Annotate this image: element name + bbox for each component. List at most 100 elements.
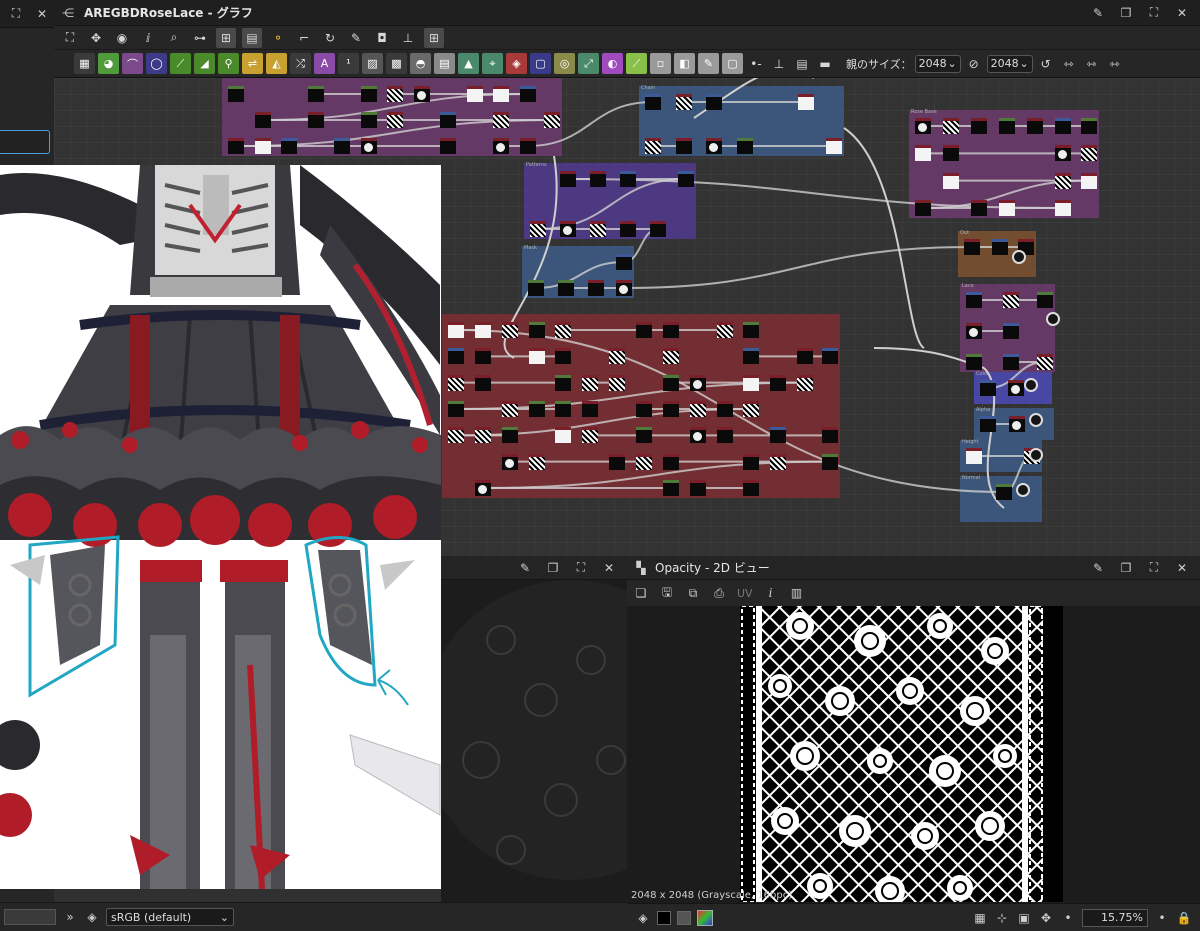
align-h-icon[interactable]: ⇿ <box>1059 54 1079 74</box>
graph-node[interactable] <box>254 112 271 128</box>
graph-node[interactable] <box>555 348 572 365</box>
histogram-icon[interactable]: ▥ <box>789 585 805 601</box>
graph-node[interactable] <box>555 322 572 338</box>
graph-node[interactable] <box>996 484 1012 500</box>
tree-icon[interactable]: ⚲ <box>218 53 239 74</box>
graph-node[interactable] <box>943 172 959 189</box>
graph-node[interactable] <box>716 322 733 338</box>
3d-viewport[interactable] <box>441 580 627 902</box>
channel-gray-swatch[interactable] <box>677 910 691 925</box>
close-icon[interactable]: ✕ <box>601 560 617 576</box>
graph-node[interactable] <box>822 453 838 470</box>
graph-node[interactable] <box>1002 354 1019 370</box>
graph-node[interactable] <box>675 138 692 154</box>
restore-icon[interactable]: ❐ <box>1118 5 1134 21</box>
graph-node[interactable] <box>826 138 842 154</box>
graph-node[interactable] <box>501 453 518 470</box>
graph-node[interactable] <box>706 138 722 154</box>
graph-node[interactable] <box>387 112 403 128</box>
graph-node[interactable] <box>474 348 491 365</box>
graph-node[interactable] <box>582 401 599 417</box>
graph-node[interactable] <box>474 427 491 444</box>
pan-icon[interactable]: ✥ <box>1038 910 1054 926</box>
graph-node[interactable] <box>797 94 814 110</box>
paint-icon[interactable]: ◢ <box>194 53 215 74</box>
graph-node[interactable] <box>980 380 996 396</box>
uv-toggle[interactable]: UV <box>737 587 753 600</box>
graph-node[interactable] <box>440 138 456 154</box>
tiling-icon[interactable]: ⊹ <box>994 910 1010 926</box>
graph-node[interactable] <box>493 112 509 128</box>
graph-node[interactable] <box>466 86 483 102</box>
size-height-select[interactable]: 2048 ⌄ <box>986 54 1033 73</box>
graph-node[interactable] <box>662 348 679 365</box>
scroll-region[interactable] <box>4 909 56 925</box>
graph-node[interactable] <box>448 322 464 338</box>
pin-icon[interactable]: ✎ <box>1090 5 1106 21</box>
graph-node[interactable] <box>689 427 706 444</box>
graph-node[interactable] <box>440 112 456 128</box>
fit-icon[interactable]: ▣ <box>1016 910 1032 926</box>
graph-node[interactable] <box>915 200 931 216</box>
graph-node[interactable] <box>609 453 626 470</box>
layout-icon[interactable]: ▤ <box>242 27 262 48</box>
graph-node[interactable] <box>743 374 760 391</box>
graph-node[interactable] <box>1081 118 1097 134</box>
layers-icon[interactable]: ▤ <box>434 53 455 74</box>
graph-node[interactable] <box>645 138 661 154</box>
svg-icon[interactable]: ✎ <box>698 53 719 74</box>
graph-node[interactable] <box>620 171 636 187</box>
lock-icon[interactable]: 🔒 <box>1176 910 1192 926</box>
graph-node[interactable] <box>501 401 518 417</box>
graph-node[interactable] <box>228 86 244 102</box>
frame-icon[interactable]: ⛶ <box>60 28 80 48</box>
graph-node[interactable] <box>519 86 536 102</box>
graph-node[interactable] <box>616 254 632 270</box>
graph-node[interactable] <box>528 348 545 365</box>
levels-icon[interactable]: ⟋ <box>170 53 191 74</box>
selection-icon[interactable]: ▢ <box>530 53 551 74</box>
graph-node[interactable] <box>360 112 377 128</box>
graph-node[interactable] <box>770 427 787 444</box>
graph-node[interactable] <box>743 453 760 470</box>
graph-node[interactable] <box>971 200 987 216</box>
graph-node[interactable] <box>530 221 546 237</box>
graph-node[interactable] <box>822 427 838 444</box>
graph-node[interactable] <box>582 374 599 391</box>
link-icon[interactable]: ⊶ <box>190 28 210 48</box>
graph-node[interactable] <box>943 118 959 134</box>
refresh-icon[interactable]: ↻ <box>320 28 340 48</box>
graph-node[interactable] <box>662 322 679 338</box>
graph-node[interactable] <box>474 374 491 391</box>
graph-node[interactable] <box>360 138 377 154</box>
graph-node[interactable] <box>943 145 959 162</box>
zoom-input[interactable]: 15.75% <box>1082 908 1148 927</box>
circle-icon[interactable]: ◯ <box>146 53 167 74</box>
graph-node[interactable] <box>560 171 576 187</box>
link-size-icon[interactable]: ⊘ <box>964 54 984 74</box>
graph-node[interactable] <box>448 348 464 365</box>
graph-node[interactable] <box>474 480 491 496</box>
graph-node[interactable] <box>689 401 706 417</box>
color-wheel-icon[interactable]: ◐ <box>602 53 623 74</box>
transform-icon[interactable]: ⌖ <box>482 53 503 74</box>
graph-node[interactable] <box>662 480 679 496</box>
close-icon[interactable]: ✕ <box>1174 5 1190 21</box>
graph-node[interactable] <box>797 348 814 365</box>
image-icon[interactable]: ▨ <box>362 53 383 74</box>
graph-node[interactable] <box>1081 145 1097 162</box>
graph-node[interactable] <box>1037 354 1053 370</box>
output-badge-icon[interactable] <box>1012 250 1026 264</box>
value-icon[interactable]: ¹ <box>338 53 359 74</box>
shuffle-icon[interactable]: ⤮ <box>290 53 311 74</box>
speech-icon[interactable]: ▬ <box>815 54 835 74</box>
graph-node[interactable] <box>281 138 297 154</box>
fx-icon[interactable]: ◧ <box>674 53 695 74</box>
layers-icon[interactable]: ◈ <box>84 909 100 925</box>
graph-node[interactable] <box>1055 118 1071 134</box>
graph-node[interactable] <box>588 280 604 296</box>
zoom-in-icon[interactable]: • <box>1154 910 1170 926</box>
align-icon[interactable]: ⊞ <box>216 27 236 48</box>
maximize-icon[interactable]: ⛶ <box>1146 560 1162 576</box>
graph-node[interactable] <box>582 427 599 444</box>
